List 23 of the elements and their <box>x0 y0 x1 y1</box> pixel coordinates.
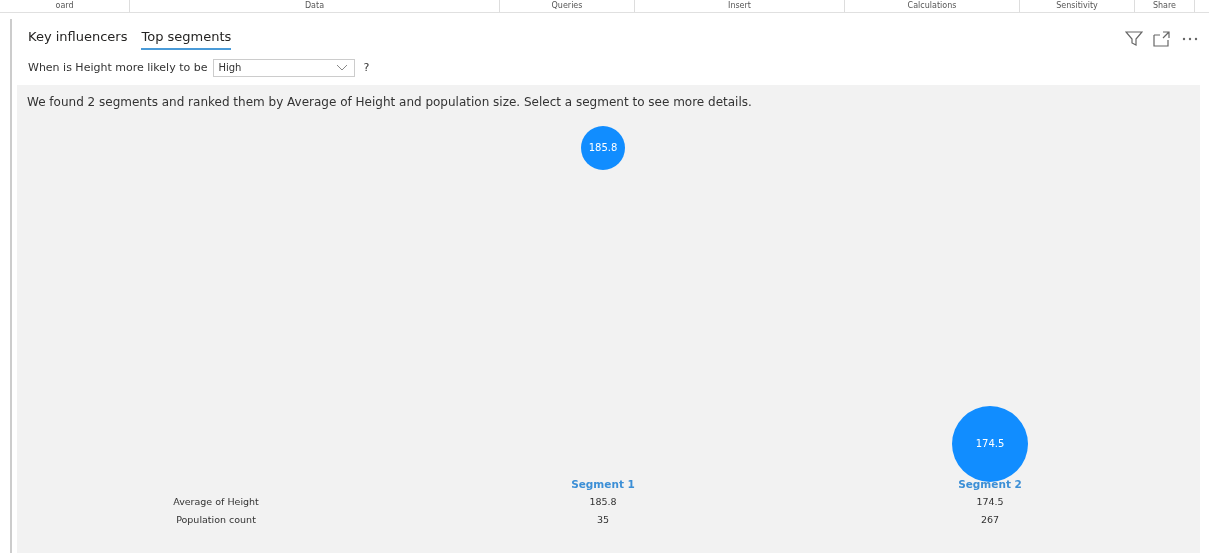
ribbon-tab[interactable]: Sensitivity <box>1020 0 1135 12</box>
table-cell-text: 35 <box>595 513 611 527</box>
row-label: Average of Height <box>172 495 260 509</box>
ribbon-tab[interactable]: oard <box>0 0 130 12</box>
ribbon-tab[interactable]: Share <box>1135 0 1195 12</box>
results-message: We found 2 segments and ranked them by Average of Height and population size. Select a segment to see more details. <box>26 94 753 111</box>
chevron-down-icon <box>336 63 349 72</box>
table-cell-text: 185.8 <box>588 495 618 509</box>
row-label: Population count <box>175 513 257 527</box>
more-options-icon[interactable] <box>1181 36 1199 42</box>
target-dropdown[interactable]: High <box>213 58 356 77</box>
ribbon-tab[interactable]: Insert <box>635 0 845 12</box>
ribbon-tab[interactable]: Calculations <box>845 0 1020 12</box>
tab[interactable]: Key influencers <box>28 29 128 50</box>
tab[interactable]: Top segments <box>141 29 232 50</box>
question-label: When is Height more likely to be <box>28 61 208 74</box>
table-cell-text: 174.5 <box>975 495 1005 509</box>
ribbon-tab[interactable]: Data <box>130 0 500 12</box>
ribbon-tab[interactable]: Queries <box>500 0 635 12</box>
help-mark[interactable]: ? <box>363 61 370 74</box>
focus-mode-icon[interactable] <box>1153 31 1171 47</box>
table-cell-text: 267 <box>979 513 1001 527</box>
filter-icon[interactable] <box>1125 31 1143 47</box>
